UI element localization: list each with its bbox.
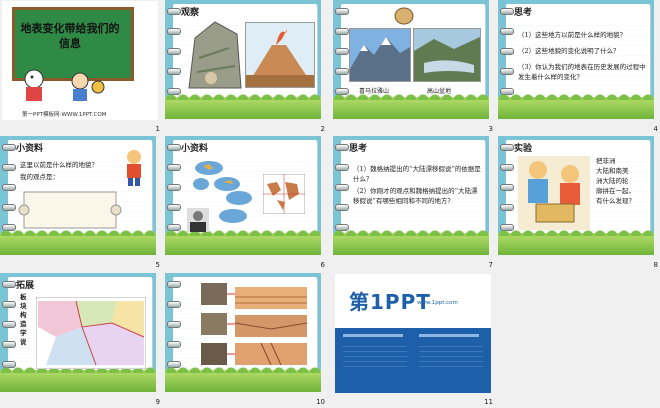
experiment-line-1: 把非洲 — [596, 157, 616, 165]
slide-number: 11 — [484, 398, 493, 406]
tectonic-plate-map — [36, 297, 146, 369]
slide-thumb-9[interactable]: 拓展 板块构造学说 9 — [0, 273, 162, 407]
footer-text: 第一PPT模板网-WWW.1PPT.COM — [22, 112, 107, 118]
question-2: （2）这些地貌的变化说明了什么？ — [518, 47, 620, 55]
cartoon-kids-icon — [24, 69, 105, 101]
slide-number: 8 — [653, 261, 658, 269]
scroll-banner-icon — [18, 191, 122, 229]
kids-experiment-icon — [518, 156, 590, 230]
caption-basin: 高山盆地 — [427, 88, 452, 95]
slide-heading: 小资料 — [16, 144, 44, 154]
body-line-1: 这里以前是什么样的地貌？ — [20, 161, 98, 169]
basin-photo — [413, 28, 481, 82]
question-1: （1）这些地方以前是什么样的地貌？ — [518, 31, 627, 39]
world-map-icon — [263, 174, 305, 214]
slide-thumb-6[interactable]: 小资料 6 — [165, 136, 327, 270]
info-panel — [335, 328, 491, 393]
fossil-photo-icon — [394, 7, 414, 25]
caption-himalaya: 喜马拉雅山 — [359, 88, 390, 95]
slide-thumb-10[interactable]: 10 — [165, 273, 327, 407]
slide-number: 4 — [653, 125, 658, 133]
slide-number: 1 — [155, 125, 160, 133]
slide-heading: 思考 — [349, 144, 368, 154]
slide-sorter: 地表变化带给我们的信息 第一PPT模板网-WWW.1PPT.COM 1 观察 2… — [0, 0, 660, 408]
slide-heading: 思考 — [514, 8, 533, 18]
title-text: 地表变化带给我们的信息 — [20, 22, 120, 50]
wegener-portrait-icon — [187, 208, 209, 232]
slide-number: 6 — [320, 261, 325, 269]
slide-thumb-4[interactable]: 思考 （1）这些地方以前是什么样的地貌？ （2）这些地貌的变化说明了什么？ （3… — [498, 0, 660, 134]
slide-thumb-11[interactable]: 第1PPT www.1ppt.com 11 — [333, 273, 495, 407]
slide-heading: 拓展 — [16, 281, 35, 291]
slide-number: 2 — [320, 125, 325, 133]
himalaya-photo — [349, 28, 411, 82]
experiment-line-2: 大陆和南美 — [596, 167, 629, 175]
side-title: 板块构造学说 — [20, 293, 27, 346]
slide-heading: 小资料 — [181, 144, 209, 154]
slide-number: 10 — [316, 398, 325, 406]
experiment-text: 把非洲 大陆和南美 洲大陆的轮 廓拼在一起， 有什么发现？ — [596, 156, 648, 206]
slide-number: 7 — [488, 261, 493, 269]
slide-thumb-7[interactable]: 思考 （1）魏格纳提出的“大陆漂移假说”的依据是什么？ （2）你刚才的观点和魏格… — [333, 136, 495, 270]
experiment-line-4: 廓拼在一起， — [596, 187, 635, 195]
slide-heading: 观察 — [181, 8, 200, 18]
body-line-2: 我的观点是： — [20, 173, 59, 181]
question-2: （2）你刚才的观点和魏格纳提出的“大陆漂移假说”有哪些相同和不同的地方？ — [353, 187, 478, 205]
slide-number: 9 — [155, 398, 160, 406]
slide-number: 3 — [488, 125, 493, 133]
question-3: （3）你认为我们的地表在历史发展的过程中发生着什么样的变化？ — [518, 63, 646, 81]
slide-thumb-5[interactable]: 小资料 这里以前是什么样的地貌？ 我的观点是： 5 — [0, 136, 162, 270]
volcano-diagram-icon — [245, 22, 315, 88]
slide-number: 5 — [155, 261, 160, 269]
rock-illustration-icon — [188, 21, 242, 89]
geology-diagrams — [201, 283, 308, 366]
slide-thumb-2[interactable]: 观察 2 — [165, 0, 327, 134]
slide-thumb-1[interactable]: 地表变化带给我们的信息 第一PPT模板网-WWW.1PPT.COM 1 — [0, 0, 162, 134]
experiment-line-5: 有什么发现？ — [596, 197, 635, 205]
brand-url: www.1ppt.com — [417, 300, 458, 306]
slide-thumb-8[interactable]: 实验 把非洲 大陆和南美 洲大陆的轮 廓拼在一起， 有什么发现？ 8 — [498, 136, 660, 270]
cartoon-boy-icon — [127, 150, 141, 186]
slide-thumb-3[interactable]: 喜马拉雅山 高山盆地 3 — [333, 0, 495, 134]
slide-heading: 实验 — [514, 144, 533, 154]
question-1: （1）魏格纳提出的“大陆漂移假说”的依据是什么？ — [353, 165, 481, 183]
experiment-line-3: 洲大陆的轮 — [596, 177, 629, 185]
